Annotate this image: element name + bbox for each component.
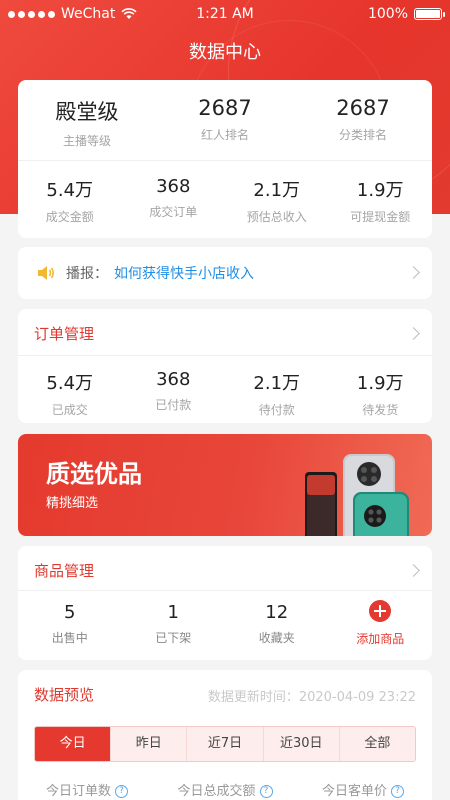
speaker-icon xyxy=(38,266,55,280)
stat-value: 1 xyxy=(167,602,179,623)
tab-yesterday[interactable]: 昨日 xyxy=(111,727,188,761)
stat-label: 成交订单 xyxy=(149,205,198,219)
help-icon[interactable]: ? xyxy=(259,785,273,798)
stat-value: 2687 xyxy=(336,96,390,120)
stat-label: 已下架 xyxy=(155,631,192,645)
help-icon[interactable]: ? xyxy=(391,785,404,798)
stat-value: 殿堂级 xyxy=(55,100,119,124)
tab-all[interactable]: 全部 xyxy=(339,727,415,761)
broadcast-link[interactable]: 如何获得快手小店收入 xyxy=(114,263,254,283)
stat-value: 1.9万 xyxy=(356,373,404,394)
products-favorites[interactable]: 12 收藏夹 xyxy=(225,602,329,647)
status-bar: WeChat 1:21 AM 100% xyxy=(0,0,450,28)
data-preview-title: 数据预览 xyxy=(34,686,95,704)
stat-label: 已成交 xyxy=(51,403,88,417)
estimated-income[interactable]: 2.1万 预估总收入 xyxy=(225,176,329,225)
withdrawable-amount[interactable]: 1.9万 可提现金额 xyxy=(329,176,433,225)
carrier-label: WeChat xyxy=(61,6,116,22)
stat-value: 12 xyxy=(265,602,289,623)
divider xyxy=(18,160,432,161)
stat-value: 5 xyxy=(64,602,76,623)
stat-label: 分类排名 xyxy=(338,128,387,142)
promo-banner[interactable]: 质选优品 精挑细选 xyxy=(18,434,432,536)
promo-title: 质选优品 xyxy=(46,460,142,488)
products-card: 商品管理 5 出售中 1 已下架 12 收藏夹 添加商品 xyxy=(18,546,432,660)
metrics-row: 今日订单数? 今日总成交额? 今日客单价? xyxy=(18,780,432,799)
stat-label: 主播等级 xyxy=(62,134,111,148)
metric-total-sales: 今日总成交额? xyxy=(156,780,294,799)
sales-orders[interactable]: 368 成交订单 xyxy=(122,176,226,225)
help-icon[interactable]: ? xyxy=(115,785,128,798)
stat-label: 成交金额 xyxy=(45,210,94,224)
data-update-time: 数据更新时间：2020-04-09 23:22 xyxy=(207,690,416,705)
phone-image xyxy=(305,454,409,536)
tab-today[interactable]: 今日 xyxy=(35,727,112,761)
category-rank[interactable]: 2687 分类排名 xyxy=(294,96,432,149)
metric-orders: 今日订单数? xyxy=(18,780,156,799)
orders-completed[interactable]: 5.4万 已成交 xyxy=(18,369,122,418)
page-title: 数据中心 xyxy=(189,42,261,63)
metric-label: 今日订单数 xyxy=(45,784,111,799)
stat-value: 2.1万 xyxy=(253,180,301,201)
battery-percent: 100% xyxy=(367,6,408,22)
signal-icon xyxy=(8,10,55,18)
products-title[interactable]: 商品管理 xyxy=(34,560,94,581)
metric-label: 今日总成交额 xyxy=(177,784,256,799)
metric-label: 今日客单价 xyxy=(321,784,387,799)
stat-value: 2.1万 xyxy=(253,373,301,394)
stat-label: 出售中 xyxy=(51,631,88,645)
orders-title[interactable]: 订单管理 xyxy=(34,323,94,344)
orders-paid[interactable]: 368 已付款 xyxy=(122,369,226,418)
broadcast-bar[interactable]: 播报： 如何获得快手小店收入 xyxy=(18,247,432,299)
stat-label: 可提现金额 xyxy=(350,210,411,224)
chevron-right-icon xyxy=(407,266,420,279)
chevron-right-icon[interactable] xyxy=(407,327,420,340)
broadcast-prefix: 播报： xyxy=(66,266,108,282)
products-removed[interactable]: 1 已下架 xyxy=(122,602,226,647)
status-time: 1:21 AM xyxy=(196,6,254,22)
stat-label: 已付款 xyxy=(155,398,192,412)
add-product-button[interactable]: 添加商品 xyxy=(329,600,433,647)
chevron-right-icon[interactable] xyxy=(407,564,420,577)
sales-amount[interactable]: 5.4万 成交金额 xyxy=(18,176,122,225)
divider xyxy=(18,355,432,356)
promo-subtitle: 精挑细选 xyxy=(46,496,99,511)
add-product-label: 添加商品 xyxy=(356,632,405,646)
stat-value: 1.9万 xyxy=(356,180,404,201)
orders-pending-payment[interactable]: 2.1万 待付款 xyxy=(225,369,329,418)
streamer-level[interactable]: 殿堂级 主播等级 xyxy=(18,96,156,149)
stat-label: 收藏夹 xyxy=(258,631,295,645)
plus-icon xyxy=(369,600,392,622)
divider xyxy=(18,590,432,591)
stat-label: 预估总收入 xyxy=(246,210,307,224)
overview-card: 殿堂级 主播等级 2687 红人排名 2687 分类排名 5.4万 成交金额 3… xyxy=(18,80,432,238)
wifi-icon xyxy=(121,8,137,19)
battery-icon xyxy=(414,8,445,20)
influencer-rank[interactable]: 2687 红人排名 xyxy=(156,96,294,149)
tab-last-30-days[interactable]: 近30日 xyxy=(263,727,340,761)
data-preview-card: 数据预览 数据更新时间：2020-04-09 23:22 今日 昨日 近7日 近… xyxy=(18,670,432,800)
products-on-sale[interactable]: 5 出售中 xyxy=(18,602,122,647)
stat-label: 待付款 xyxy=(258,403,295,417)
stat-label: 待发货 xyxy=(362,403,399,417)
stat-label: 红人排名 xyxy=(200,128,249,142)
stat-value: 5.4万 xyxy=(46,373,94,394)
tab-last-7-days[interactable]: 近7日 xyxy=(187,727,264,761)
stat-value: 368 xyxy=(156,369,191,390)
metric-avg-order-value: 今日客单价? xyxy=(294,780,432,799)
stat-value: 5.4万 xyxy=(46,180,94,201)
orders-card: 订单管理 5.4万 已成交 368 已付款 2.1万 待付款 1.9万 待发货 xyxy=(18,309,432,423)
orders-pending-shipment[interactable]: 1.9万 待发货 xyxy=(329,369,433,418)
stat-value: 368 xyxy=(156,176,191,197)
time-range-tabs: 今日 昨日 近7日 近30日 全部 xyxy=(34,726,416,762)
stat-value: 2687 xyxy=(198,96,252,120)
